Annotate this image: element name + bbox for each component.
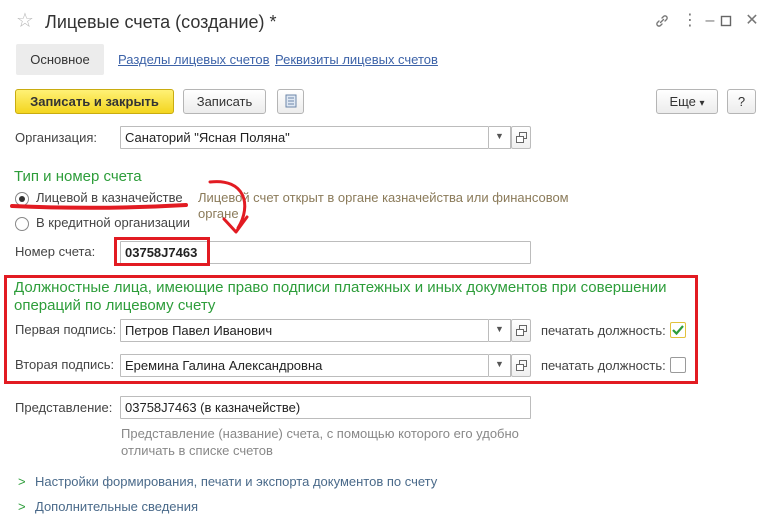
annotation-arrow-icon [10,180,249,234]
